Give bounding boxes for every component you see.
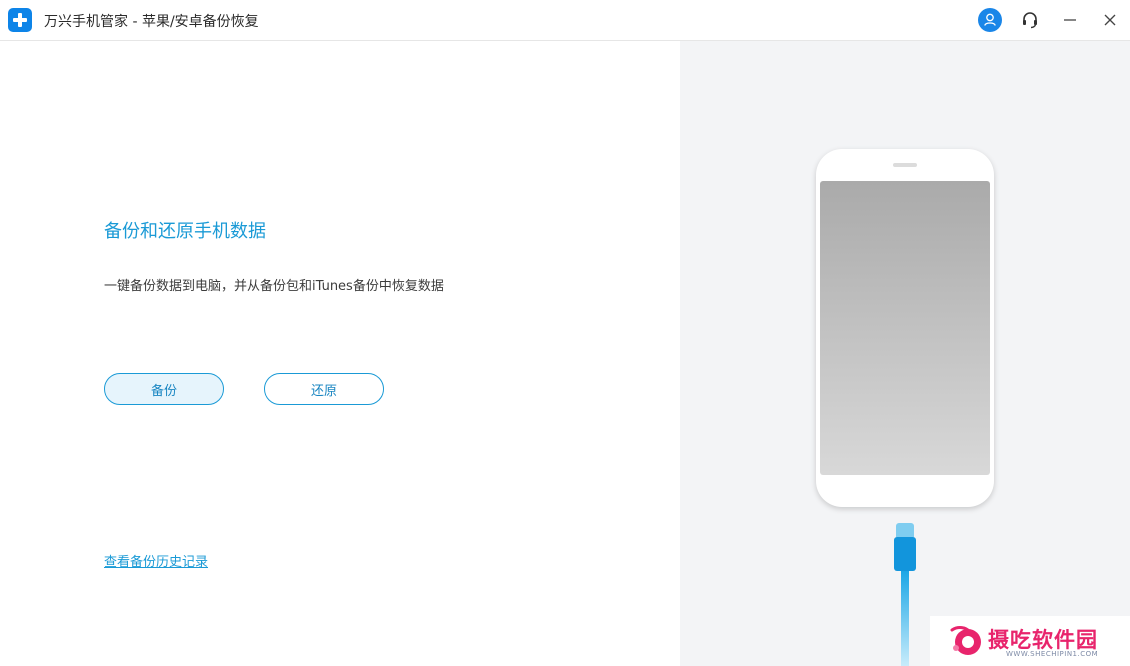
user-account-button[interactable] bbox=[978, 8, 1002, 32]
usb-cable bbox=[901, 571, 909, 666]
phone-speaker bbox=[893, 163, 917, 167]
title-bar: 万兴手机管家 - 苹果/安卓备份恢复 bbox=[0, 0, 1130, 41]
user-icon bbox=[978, 8, 1002, 32]
app-logo-icon bbox=[8, 8, 32, 32]
watermark-logo-icon bbox=[950, 626, 981, 655]
page-description: 一键备份数据到电脑，并从备份包和iTunes备份中恢复数据 bbox=[104, 279, 444, 294]
page-headline: 备份和还原手机数据 bbox=[104, 221, 266, 242]
restore-button[interactable]: 还原 bbox=[264, 373, 384, 405]
usb-connector bbox=[894, 537, 916, 571]
main-content-pane: 备份和还原手机数据 一键备份数据到电脑，并从备份包和iTunes备份中恢复数据 … bbox=[0, 41, 680, 666]
backup-button[interactable]: 备份 bbox=[104, 373, 224, 405]
minimize-button[interactable] bbox=[1058, 8, 1082, 32]
support-button[interactable] bbox=[1018, 8, 1042, 32]
backup-history-link[interactable]: 查看备份历史记录 bbox=[104, 551, 208, 570]
phone-illustration-pane bbox=[680, 41, 1130, 666]
close-button[interactable] bbox=[1098, 8, 1122, 32]
watermark-url: WWW.SHECHIPIN1.COM bbox=[1006, 650, 1099, 658]
minimize-icon bbox=[1064, 19, 1076, 21]
window-title: 万兴手机管家 - 苹果/安卓备份恢复 bbox=[44, 14, 259, 30]
close-icon bbox=[1104, 14, 1116, 26]
usb-connector-tip bbox=[896, 523, 914, 537]
phone-illustration bbox=[816, 149, 994, 507]
watermark: 摄吃软件园 WWW.SHECHIPIN1.COM bbox=[930, 616, 1130, 666]
phone-screen bbox=[820, 181, 990, 475]
headset-icon bbox=[1023, 12, 1037, 29]
